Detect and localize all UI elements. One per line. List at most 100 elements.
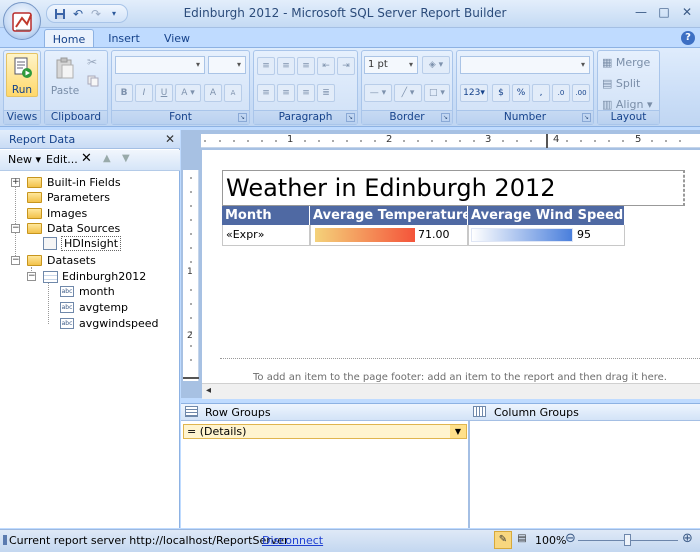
dialog-launcher-icon[interactable]: ↘ [238,113,247,122]
application-menu-button[interactable] [3,2,41,40]
border-style-icon[interactable]: — ▾ [364,84,392,102]
copy-icon[interactable] [87,75,99,87]
border-size-combo[interactable]: 1 pt ▾ [364,56,418,74]
increase-indent-icon[interactable]: ⇥ [337,57,355,75]
minimize-button[interactable]: — [630,3,652,21]
new-label: New [8,153,32,166]
chevron-down-icon[interactable]: ▼ [450,425,466,438]
collapse-icon[interactable]: − [11,256,20,265]
number-format-combo[interactable]: ▾ [460,56,590,74]
move-up-icon[interactable]: ▲ [103,153,111,164]
tab-view[interactable]: View [154,29,200,48]
tab-insert[interactable]: Insert [100,29,148,48]
tree-item-built-in-fields[interactable]: Built-in Fields [27,175,121,190]
underline-icon[interactable]: U [155,84,173,102]
merge-label: Merge [615,56,651,69]
new-button[interactable]: New ▾ [8,153,41,166]
align-left-icon[interactable]: ≡ [257,84,275,102]
design-view-icon[interactable]: ✎ [494,531,512,549]
ruler-label: 2 [187,331,193,341]
customize-toolbar-icon[interactable]: ▾ [107,7,121,21]
table-cell-temperature[interactable]: 71.00 [310,225,468,246]
dialog-launcher-icon[interactable]: ↘ [582,113,591,122]
border-group: 1 pt ▾ ◈ ▾ — ▾ ╱ ▾ □ ▾ Border ↘ [361,50,453,125]
fill-color-icon[interactable]: ◈ ▾ [422,56,450,74]
groups-divider[interactable] [468,421,470,528]
close-window-button[interactable]: ✕ [676,3,698,21]
views-group: Run Views [3,50,41,125]
zoom-out-icon[interactable]: ⊖ [565,531,576,546]
collapse-icon[interactable]: − [11,224,20,233]
zoom-in-icon[interactable]: ⊕ [682,531,693,546]
align-bottom-icon[interactable]: ≡ [297,57,315,75]
tree-item-data-sources[interactable]: Data Sources [27,221,120,236]
cut-icon[interactable]: ✂ [87,55,97,69]
paste-button[interactable]: Paste [49,54,81,98]
grow-font-icon[interactable]: A [204,84,222,102]
align-top-icon[interactable]: ≡ [257,57,275,75]
tree-item-avgwindspeed[interactable]: abc avgwindspeed [60,316,158,331]
tree-item-avgtemp[interactable]: abc avgtemp [60,300,128,315]
run-button[interactable]: Run [6,53,38,97]
percent-icon[interactable]: % [512,84,530,102]
column-header-average-wind-speed[interactable]: Average Wind Speed [468,206,625,225]
align-middle-icon[interactable]: ≡ [277,57,295,75]
details-group-row[interactable]: = (Details) [183,424,467,439]
font-group-label: Font [112,110,249,124]
delete-icon[interactable]: ✕ [81,151,92,166]
column-header-average-temperature[interactable]: Average Temperature [310,206,471,225]
increase-decimal-icon[interactable]: .0 [552,84,570,102]
table-cell-wind-speed[interactable]: 95 [468,225,625,246]
italic-icon[interactable]: I [135,84,153,102]
zoom-slider-thumb[interactable] [624,534,631,546]
border-color-icon[interactable]: ╱ ▾ [394,84,422,102]
justify-icon[interactable]: ≣ [317,84,335,102]
dialog-launcher-icon[interactable]: ↘ [441,113,450,122]
tree-item-datasets[interactable]: Datasets [27,253,96,268]
placeholder-styles-icon[interactable]: 123▾ [460,84,488,102]
font-name-combo[interactable]: ▾ [115,56,205,74]
help-icon[interactable]: ? [681,31,695,45]
tree-item-parameters[interactable]: Parameters [27,190,110,205]
undo-icon[interactable]: ↶ [71,7,85,21]
move-down-icon[interactable]: ▼ [122,153,130,164]
split-label: Split [615,77,641,90]
collapse-icon[interactable]: − [27,272,36,281]
font-group: ▾ ▾ B I U A ▾ A A Font ↘ [111,50,250,125]
preview-view-icon[interactable]: ▤ [513,531,531,549]
shrink-font-icon[interactable]: A [224,84,242,102]
save-icon[interactable] [53,7,67,21]
expand-icon[interactable]: + [11,178,20,187]
align-right-icon[interactable]: ≡ [297,84,315,102]
close-panel-icon[interactable]: ✕ [163,131,177,147]
merge-button[interactable]: ▦ Merge [602,56,650,69]
borders-icon[interactable]: □ ▾ [424,84,450,102]
split-button[interactable]: ▤ Split [602,77,640,90]
tree-item-images[interactable]: Images [27,206,87,221]
tree-item-hdinsight[interactable]: HDInsight [43,236,122,251]
redo-icon[interactable]: ↷ [89,7,103,21]
bold-icon[interactable]: B [115,84,133,102]
scroll-left-icon[interactable]: ◂ [206,385,211,396]
tab-home[interactable]: Home [44,29,94,48]
tree-item-month[interactable]: abc month [60,284,115,299]
column-header-month[interactable]: Month [222,206,310,225]
page-footer-hint: To add an item to the page footer: add a… [253,372,667,383]
decrease-decimal-icon[interactable]: .00 [572,84,590,102]
horizontal-scrollbar[interactable]: ◂ [202,383,700,399]
report-title-textbox[interactable]: Weather in Edinburgh 2012 [222,170,684,206]
table-cell-month[interactable]: «Expr» [222,225,310,246]
font-size-combo[interactable]: ▾ [208,56,246,74]
align-center-icon[interactable]: ≡ [277,84,295,102]
dialog-launcher-icon[interactable]: ↘ [346,113,355,122]
currency-icon[interactable]: $ [492,84,510,102]
font-color-icon[interactable]: A ▾ [175,84,201,102]
page-footer-separator [220,358,700,359]
tree-item-edinburgh2012[interactable]: Edinburgh2012 [43,269,146,284]
edit-button[interactable]: Edit... [46,153,78,166]
disconnect-link[interactable]: Disconnect [262,534,323,547]
maximize-button[interactable]: □ [653,3,675,21]
comma-style-icon[interactable]: , [532,84,550,102]
decrease-indent-icon[interactable]: ⇤ [317,57,335,75]
clipboard-group: Paste ✂ Clipboard [44,50,108,125]
